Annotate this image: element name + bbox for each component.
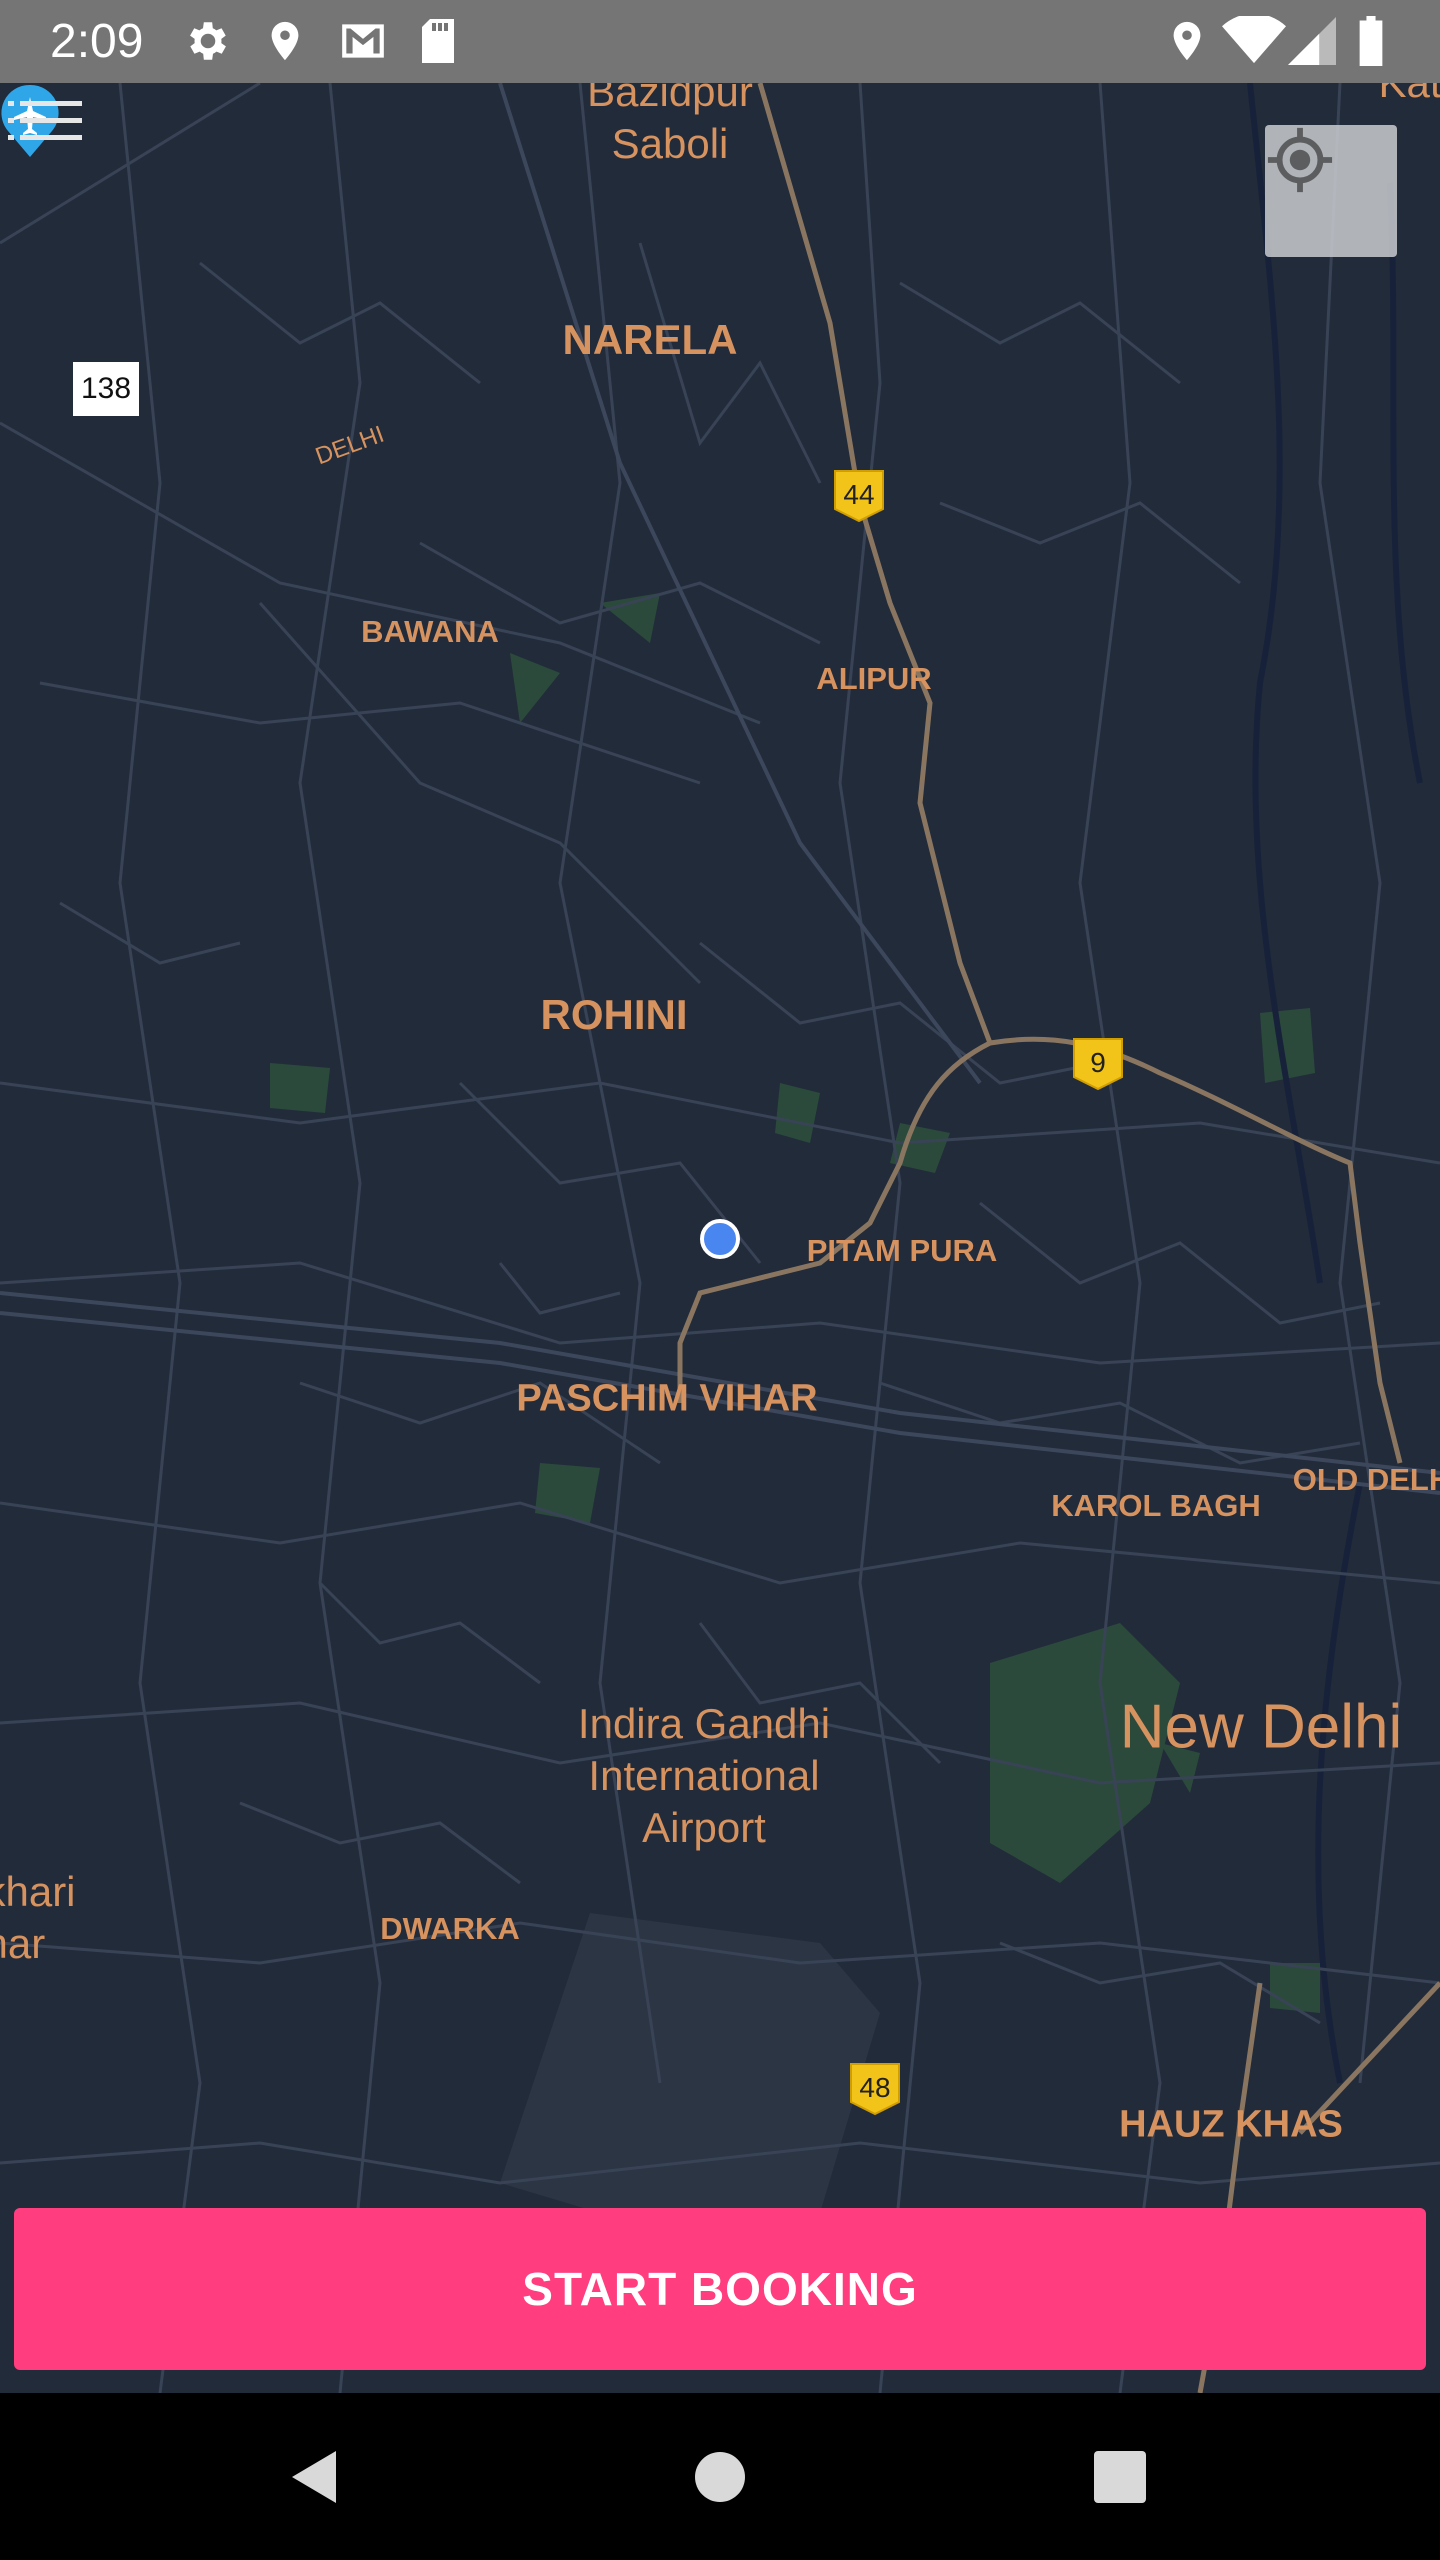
menu-list-icon[interactable]	[0, 83, 90, 173]
map-label-paschim-vihar: PASCHIM VIHAR	[516, 1377, 818, 1420]
map-label-airport: Indira Gandhi International Airport	[577, 1700, 831, 1851]
start-booking-button[interactable]: START BOOKING	[14, 2208, 1426, 2370]
highway-shield-9-label: 9	[1090, 1047, 1106, 1078]
user-location-dot	[700, 1219, 740, 1259]
sd-card-icon	[422, 19, 454, 63]
my-location-button[interactable]	[1265, 125, 1397, 257]
cell-signal-icon	[1288, 17, 1336, 65]
system-nav-bar	[0, 2393, 1440, 2560]
map-label-rohini: ROHINI	[540, 991, 688, 1038]
status-bar: 2:09	[0, 0, 1440, 83]
map-label-hauz-khas: HAUZ KHAS	[1119, 2103, 1343, 2146]
map-label-bazidpur-saboli: Bazidpur Saboli	[587, 83, 753, 167]
map-label-new-delhi: New Delhi	[1119, 1692, 1403, 1762]
home-icon[interactable]	[688, 2445, 752, 2509]
my-location-icon	[1267, 127, 1333, 193]
gear-icon	[190, 22, 226, 60]
map-label-pitam-pura: PITAM PURA	[806, 1233, 998, 1268]
battery-icon	[1359, 16, 1383, 66]
highway-shield-44: 44	[831, 467, 887, 523]
back-icon[interactable]	[284, 2445, 348, 2509]
map-label-narela: NARELA	[562, 316, 738, 363]
map-label-dwarka: DWARKA	[380, 1911, 520, 1946]
map-label-old-delhi: OLD DELH	[1292, 1462, 1440, 1497]
wifi-icon	[1222, 16, 1286, 64]
location-pin-icon	[271, 21, 299, 61]
highway-shield-48-label: 48	[859, 2072, 891, 2103]
highway-shield-9: 9	[1070, 1035, 1126, 1091]
highway-shield-48: 48	[847, 2060, 903, 2116]
status-time: 2:09	[50, 15, 144, 68]
map-label-khari: khari har	[0, 1868, 76, 1967]
location-pin-icon	[1173, 21, 1201, 61]
route-badge-138: 138	[73, 362, 139, 416]
map-label-top-right: Kat	[1378, 83, 1440, 109]
map-label-karol-bagh: KAROL BAGH	[1051, 1488, 1261, 1523]
gmail-icon	[342, 24, 384, 58]
map-label-bawana: BAWANA	[361, 614, 499, 649]
map-view[interactable]: Bazidpur Saboli Kat NARELA DELHI BAWANA …	[0, 83, 1440, 2393]
recents-icon[interactable]	[1088, 2445, 1152, 2509]
map-label-alipur: ALIPUR	[816, 661, 932, 696]
highway-shield-44-label: 44	[843, 479, 875, 510]
